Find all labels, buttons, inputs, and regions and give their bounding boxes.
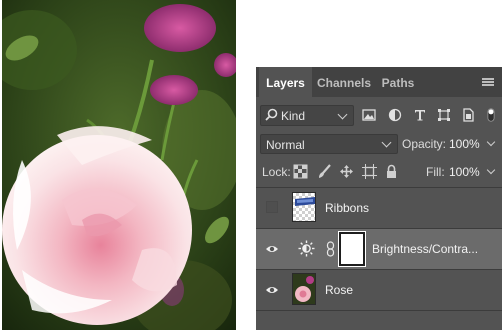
- panel-menu-icon[interactable]: [482, 78, 494, 87]
- link-icon[interactable]: [326, 241, 335, 257]
- type-layer-filter-icon[interactable]: [413, 108, 427, 122]
- smart-object-filter-icon[interactable]: [461, 108, 475, 122]
- blend-mode-dropdown[interactable]: Normal: [260, 134, 398, 154]
- search-icon: [265, 108, 278, 121]
- panel-tab-bar: Layers Channels Paths: [256, 67, 502, 97]
- lock-image-pixels-icon[interactable]: [317, 164, 332, 179]
- opacity-label: Opacity:: [402, 137, 447, 151]
- chevron-down-icon: [381, 137, 392, 148]
- chevron-down-icon: [337, 109, 348, 120]
- shape-layer-filter-icon[interactable]: [437, 108, 451, 122]
- rose-photo: [2, 0, 236, 330]
- opacity-input[interactable]: 100%: [449, 137, 480, 151]
- lock-label: Lock:: [262, 165, 291, 179]
- lock-all-icon[interactable]: [384, 164, 399, 179]
- layer-mask-thumbnail[interactable]: [338, 231, 366, 267]
- filter-toggle-icon[interactable]: [485, 108, 497, 122]
- filter-kind-label: Kind: [281, 109, 306, 123]
- blend-mode-value: Normal: [266, 138, 305, 152]
- layer-row-rose[interactable]: Rose: [256, 270, 502, 310]
- fill-label: Fill:: [426, 165, 445, 179]
- layer-name[interactable]: Brightness/Contra...: [372, 242, 478, 256]
- tab-paths[interactable]: Paths: [378, 67, 418, 97]
- filter-kind-dropdown[interactable]: Kind: [260, 105, 354, 126]
- tab-channels[interactable]: Channels: [314, 67, 374, 97]
- lock-transparent-pixels-icon[interactable]: [293, 164, 308, 179]
- layer-row-ribbons[interactable]: Ribbons: [256, 188, 502, 228]
- layer-row-brightness-contrast[interactable]: Brightness/Contra...: [256, 229, 502, 269]
- brightness-contrast-icon: [298, 240, 315, 257]
- pixel-layer-filter-icon[interactable]: [362, 108, 376, 122]
- layer-name[interactable]: Ribbons: [325, 201, 369, 215]
- fill-input[interactable]: 100%: [449, 165, 480, 179]
- fill-chevron-icon[interactable]: [486, 165, 496, 175]
- tab-layers[interactable]: Layers: [259, 67, 312, 97]
- lock-position-icon[interactable]: [339, 164, 354, 179]
- adjustment-layer-filter-icon[interactable]: [388, 108, 402, 122]
- lock-artboard-icon[interactable]: [362, 164, 377, 179]
- layers-panel: Layers Channels Paths Kind Normal Opacit…: [256, 67, 502, 330]
- layer-name[interactable]: Rose: [325, 283, 353, 297]
- layer-thumbnail: [292, 192, 316, 222]
- eye-icon[interactable]: [265, 283, 279, 297]
- layer-thumbnail: [292, 273, 316, 305]
- visibility-toggle[interactable]: [266, 201, 278, 213]
- eye-icon[interactable]: [265, 242, 279, 256]
- opacity-chevron-icon[interactable]: [486, 137, 496, 147]
- divider: [256, 310, 502, 311]
